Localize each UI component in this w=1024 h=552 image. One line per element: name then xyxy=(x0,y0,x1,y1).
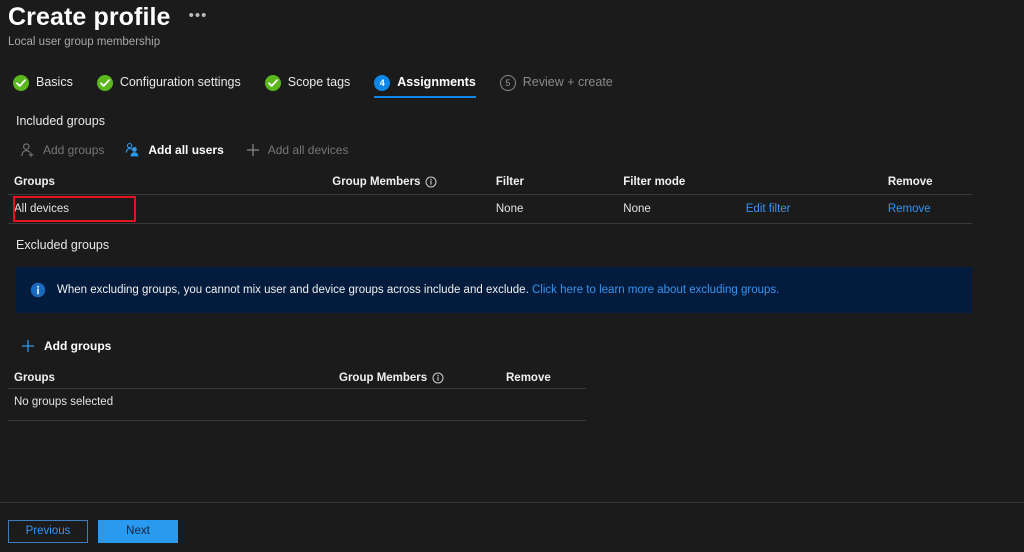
check-icon xyxy=(264,74,281,91)
add-all-devices-button[interactable]: Add all devices xyxy=(241,139,359,161)
tab-label: Scope tags xyxy=(287,75,351,89)
included-groups-table: Groups Group Members Filter Filter mode … xyxy=(8,170,972,224)
edit-filter-link[interactable]: Edit filter xyxy=(746,203,791,215)
step-number-badge: 5 xyxy=(499,74,516,91)
tab-label: Basics xyxy=(36,75,73,89)
page-title: Create profile xyxy=(8,3,171,31)
previous-button[interactable]: Previous xyxy=(8,520,88,543)
excluded-empty-state: No groups selected xyxy=(14,396,114,408)
cell-remove: Remove xyxy=(882,203,972,215)
banner-text: When excluding groups, you cannot mix us… xyxy=(57,282,779,298)
column-header-filter-mode: Filter mode xyxy=(623,176,686,188)
add-user-icon xyxy=(20,142,36,158)
column-header-group-members: Group Members xyxy=(326,176,490,188)
page-subtitle: Local user group membership xyxy=(8,36,161,48)
check-icon xyxy=(13,74,29,91)
excluded-add-groups-button[interactable]: Add groups xyxy=(18,335,119,357)
title-row: Create profile ••• xyxy=(8,2,1008,32)
table-row[interactable]: All devices None None Edit filter Remove xyxy=(8,194,972,224)
excluded-groups-heading: Excluded groups xyxy=(16,238,110,252)
cell-filter: None xyxy=(495,203,524,215)
more-options-icon[interactable]: ••• xyxy=(185,6,212,29)
tab-scope-tags[interactable]: Scope tags xyxy=(264,74,364,98)
cell-filter-mode: None xyxy=(623,203,651,215)
info-icon xyxy=(30,282,46,298)
banner-message: When excluding groups, you cannot mix us… xyxy=(57,284,529,296)
column-header-remove: Remove xyxy=(887,176,933,188)
add-all-devices-label: Add all devices xyxy=(267,143,349,157)
check-icon xyxy=(96,74,113,91)
excluded-add-groups-label: Add groups xyxy=(44,339,112,353)
column-header-remove: Remove xyxy=(506,372,551,384)
tab-review-create[interactable]: 5 Review + create xyxy=(499,74,626,98)
page-header: Create profile ••• Local user group memb… xyxy=(8,2,1008,49)
plus-icon xyxy=(20,338,36,354)
wizard-tabs: Basics Configuration settings Scope tags… xyxy=(13,74,637,98)
create-profile-page: Create profile ••• Local user group memb… xyxy=(0,0,1024,552)
column-header-group-members-label: Group Members xyxy=(332,176,421,189)
table-divider xyxy=(8,420,586,421)
tab-label: Review + create xyxy=(522,75,613,89)
cell-edit-filter: Edit filter xyxy=(740,203,882,215)
step-number-badge: 4 xyxy=(374,74,391,91)
table-header-row: Groups Group Members Filter Filter mode … xyxy=(8,170,972,194)
included-groups-commandbar: Add groups Add all users Add all devices xyxy=(16,139,365,161)
add-groups-button[interactable]: Add groups xyxy=(16,139,114,161)
remove-link[interactable]: Remove xyxy=(888,203,931,215)
plus-icon xyxy=(245,142,261,158)
column-header-groups: Groups xyxy=(14,176,55,188)
add-all-users-icon xyxy=(125,142,141,158)
cell-group-name: All devices xyxy=(14,203,69,215)
tab-label: Assignments xyxy=(397,75,476,89)
footer-divider xyxy=(0,502,1024,503)
tab-active-underline xyxy=(374,96,476,98)
column-header-group-members-label: Group Members xyxy=(339,372,428,385)
info-icon[interactable] xyxy=(432,372,444,384)
column-header-filter: Filter xyxy=(495,176,524,188)
included-groups-heading: Included groups xyxy=(16,114,105,128)
learn-more-link[interactable]: Click here to learn more about excluding… xyxy=(532,284,779,296)
exclude-info-banner: When excluding groups, you cannot mix us… xyxy=(16,267,972,313)
info-icon[interactable] xyxy=(425,176,437,188)
add-groups-label: Add groups xyxy=(43,143,105,157)
tab-configuration-settings[interactable]: Configuration settings xyxy=(96,74,254,98)
excluded-groups-table: Groups Group Members Remove xyxy=(8,366,586,390)
next-button[interactable]: Next xyxy=(98,520,178,543)
wizard-footer: Previous Next xyxy=(8,520,178,543)
column-header-groups: Groups xyxy=(14,372,55,384)
tab-assignments[interactable]: 4 Assignments xyxy=(374,74,489,98)
add-all-users-label: Add all users xyxy=(148,143,224,157)
tab-label: Configuration settings xyxy=(119,75,241,89)
tab-basics[interactable]: Basics xyxy=(13,74,86,98)
table-divider xyxy=(8,388,586,389)
table-header-row: Groups Group Members Remove xyxy=(8,366,586,390)
add-all-users-button[interactable]: Add all users xyxy=(121,139,233,161)
column-header-group-members: Group Members xyxy=(333,372,500,384)
